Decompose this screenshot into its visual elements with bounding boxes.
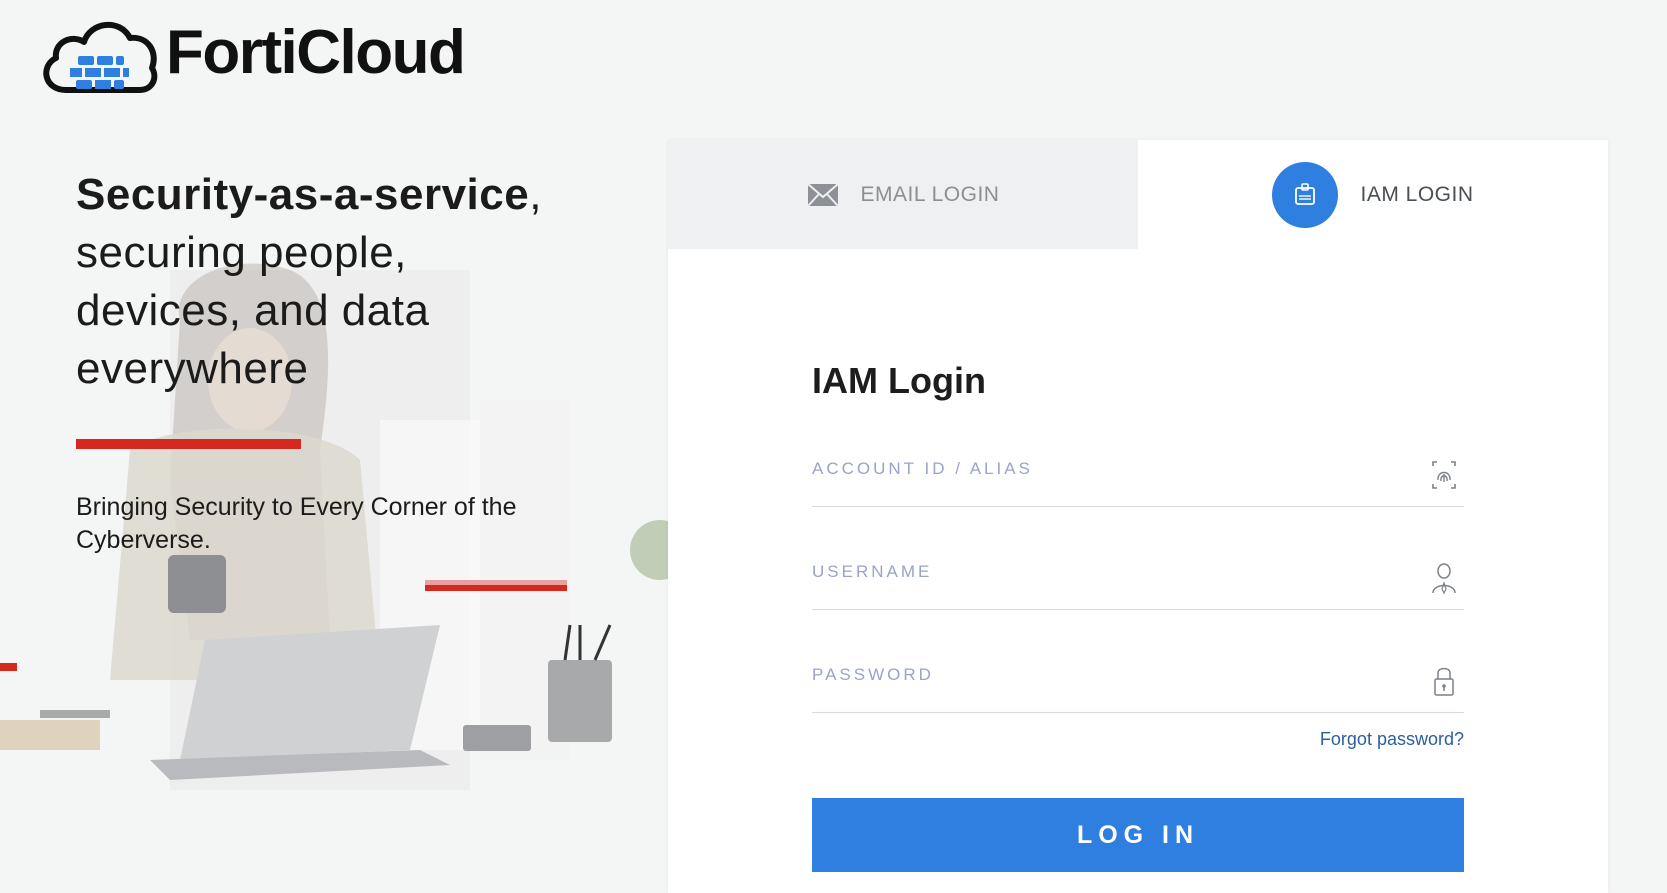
tab-iam-login[interactable]: IAM LOGIN — [1138, 140, 1608, 249]
hero-tagline: Bringing Security to Every Corner of the… — [76, 493, 517, 554]
account-id-field — [812, 438, 1464, 507]
password-field — [812, 644, 1464, 713]
login-card: EMAIL LOGIN IAM LOGIN IAM Login ACCOUNT … — [668, 140, 1608, 893]
accent-divider — [76, 439, 301, 449]
forgot-password-link[interactable]: Forgot password? — [812, 729, 1464, 750]
account-id-input[interactable] — [812, 438, 1412, 498]
hero-headline: Security-as-a-service, securing people, … — [76, 166, 576, 398]
username-input[interactable] — [812, 541, 1412, 601]
lock-icon — [1434, 667, 1454, 696]
hero-section: Security-as-a-service, securing people, … — [0, 120, 668, 820]
tab-email-label: EMAIL LOGIN — [860, 182, 1000, 206]
iam-badge-icon — [1272, 161, 1339, 228]
user-icon — [1432, 563, 1456, 595]
tab-email-login[interactable]: EMAIL LOGIN — [668, 140, 1138, 249]
forticloud-logo-icon — [43, 21, 158, 93]
brand-name: FortiCloud — [166, 17, 466, 87]
password-input[interactable] — [812, 644, 1412, 704]
brand-logo: FortiCloud — [36, 12, 466, 102]
login-tabs: EMAIL LOGIN IAM LOGIN — [668, 140, 1608, 249]
tab-iam-label: IAM LOGIN — [1360, 182, 1474, 206]
login-button[interactable]: LOG IN — [812, 798, 1464, 872]
iam-login-form: IAM Login Forgot p — [812, 360, 1464, 872]
username-field — [812, 541, 1464, 610]
form-title: IAM Login — [812, 360, 986, 401]
hero-headline-bold: Security-as-a-service — [76, 170, 530, 219]
envelope-icon — [806, 182, 839, 207]
fingerprint-icon — [1432, 461, 1456, 489]
